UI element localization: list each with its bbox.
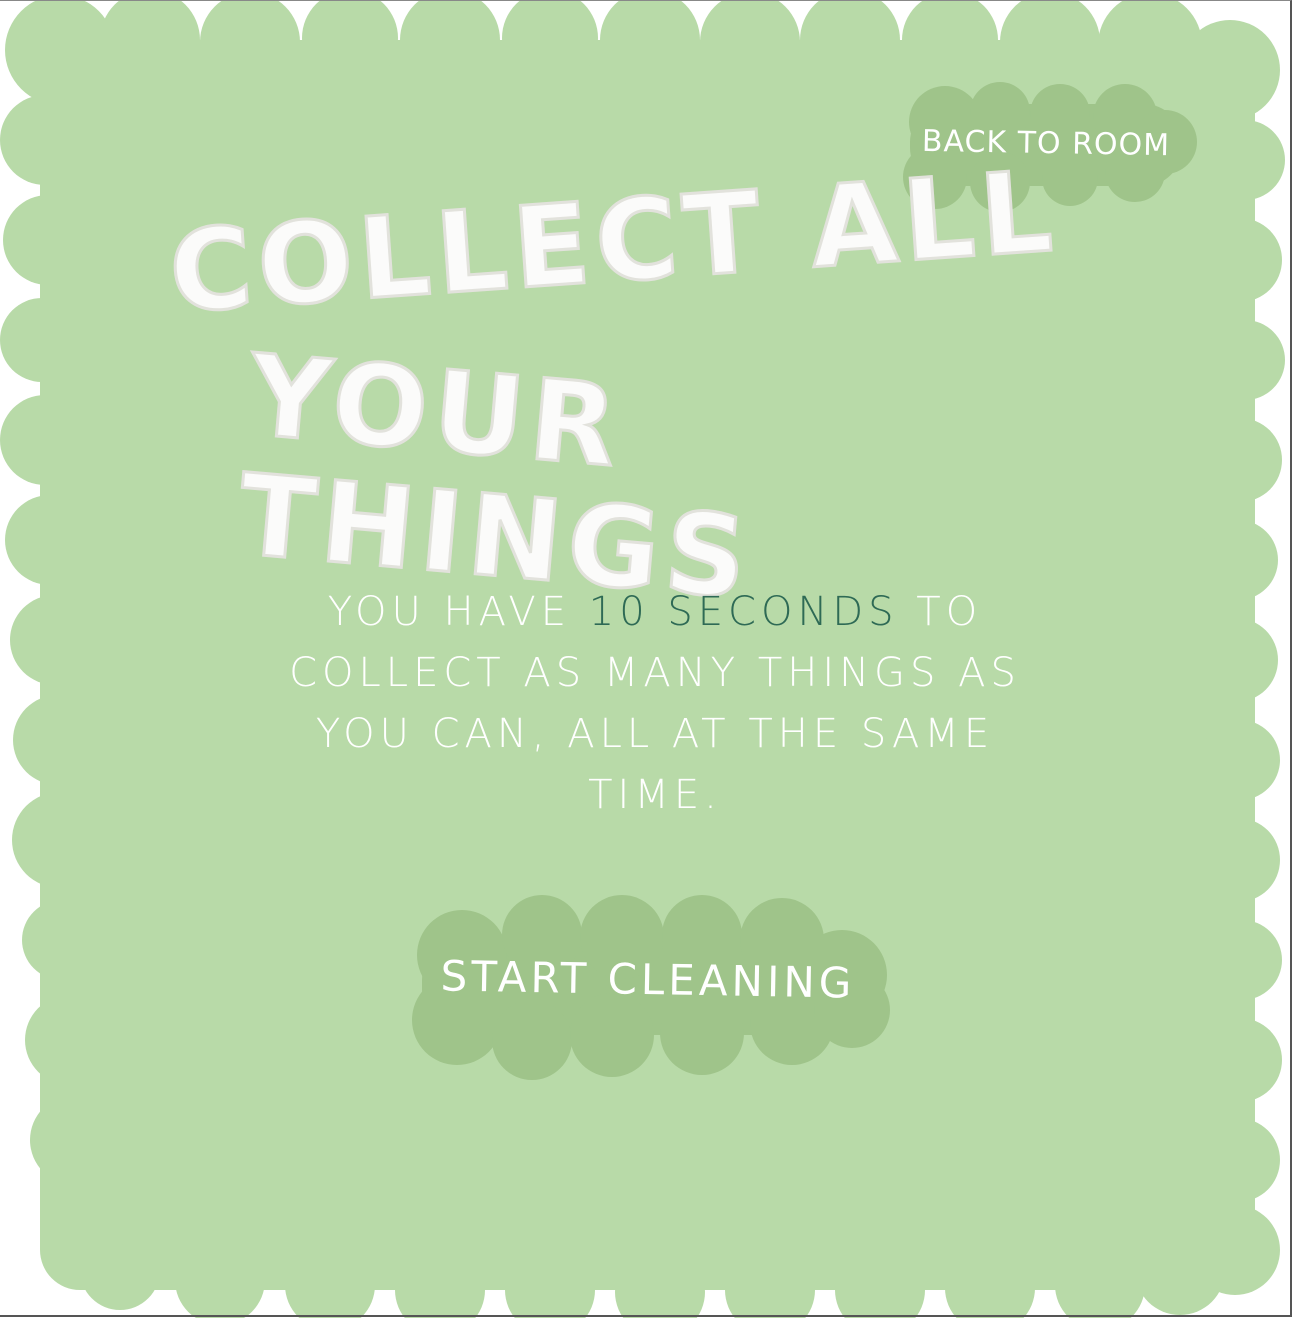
start-cleaning-button[interactable]: START CLEANING — [402, 895, 894, 1085]
instructions-before: YOU HAVE — [327, 589, 589, 635]
start-cleaning-label: START CLEANING — [440, 951, 856, 1008]
page-title: COLLECT ALL YOUR THINGS — [150, 145, 1070, 626]
game-screen: BACK TO ROOM COLLECT ALL YOUR THINGS YOU… — [0, 0, 1294, 1318]
time-limit-highlight: 10 SECONDS — [588, 589, 899, 635]
instructions-text: YOU HAVE 10 SECONDS TO COLLECT AS MANY T… — [270, 582, 1040, 826]
